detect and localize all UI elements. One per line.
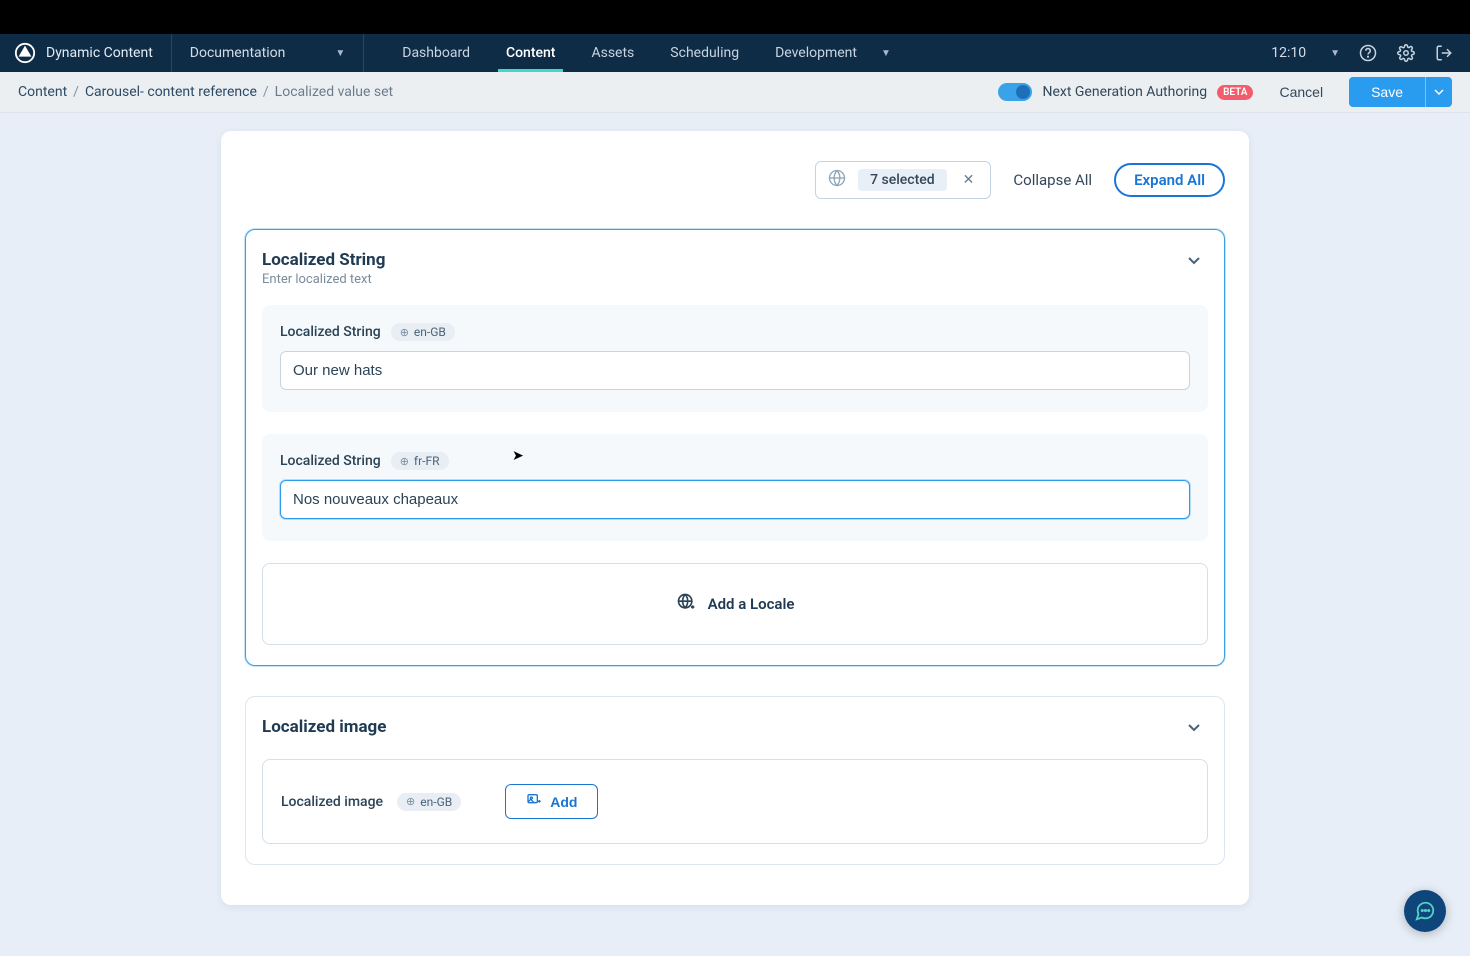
add-locale-button[interactable]: Add a Locale xyxy=(262,563,1208,645)
breadcrumb-current: Localized value set xyxy=(275,84,393,100)
globe-small-icon: ⊕ xyxy=(400,455,409,468)
gear-icon[interactable] xyxy=(1396,43,1416,63)
localized-string-en-input[interactable] xyxy=(280,351,1190,390)
tab-dashboard[interactable]: Dashboard xyxy=(384,34,488,72)
logout-icon[interactable] xyxy=(1434,43,1454,63)
section-title: Localized String xyxy=(262,250,385,270)
expand-all-button[interactable]: Expand All xyxy=(1114,163,1225,197)
nga-toggle[interactable] xyxy=(998,83,1032,101)
tab-scheduling[interactable]: Scheduling xyxy=(652,34,757,72)
image-add-icon xyxy=(526,792,542,811)
add-locale-label: Add a Locale xyxy=(708,595,795,613)
add-image-button[interactable]: Add xyxy=(505,784,598,819)
chevron-down-icon: ▼ xyxy=(335,48,345,59)
editor-card: 7 selected ✕ Collapse All Expand All Loc… xyxy=(221,131,1249,905)
main-navbar: Dynamic Content Documentation ▼ Dashboar… xyxy=(0,34,1470,72)
save-dropdown[interactable] xyxy=(1425,77,1452,107)
field-fr-fr: Localized String ⊕ fr-FR xyxy=(262,434,1208,541)
hub-label: Documentation xyxy=(190,45,286,61)
chat-help-bubble[interactable] xyxy=(1404,890,1446,932)
breadcrumb-mid[interactable]: Carousel- content reference xyxy=(85,84,257,100)
locale-count: 7 selected xyxy=(858,169,947,191)
workspace: 7 selected ✕ Collapse All Expand All Loc… xyxy=(0,113,1470,956)
brand-label: Dynamic Content xyxy=(46,45,153,61)
tab-assets[interactable]: Assets xyxy=(573,34,652,72)
breadcrumb: Content / Carousel- content reference / … xyxy=(18,84,393,100)
breadcrumb-sep: / xyxy=(263,84,269,100)
cancel-button[interactable]: Cancel xyxy=(1269,78,1333,106)
sub-toolbar: Content / Carousel- content reference / … xyxy=(0,72,1470,113)
localized-string-fr-input[interactable] xyxy=(280,480,1190,519)
field-image-en: Localized image ⊕ en-GB Add xyxy=(262,759,1208,844)
field-label: Localized image xyxy=(281,794,383,810)
section-localized-image: Localized image Localized image ⊕ en-GB … xyxy=(245,696,1225,865)
breadcrumb-sep: / xyxy=(73,84,79,100)
globe-add-icon xyxy=(676,592,696,616)
logo-icon xyxy=(14,42,36,64)
section-collapse-icon[interactable] xyxy=(1180,717,1208,741)
chevron-down-icon: ▼ xyxy=(881,48,891,59)
time-label: 12:10 xyxy=(1271,45,1306,61)
section-collapse-icon[interactable] xyxy=(1180,250,1208,274)
locale-chip-en: ⊕ en-GB xyxy=(397,793,461,811)
save-button[interactable]: Save xyxy=(1349,77,1425,107)
chevron-down-icon: ▼ xyxy=(1330,48,1340,59)
locale-chip-fr: ⊕ fr-FR xyxy=(391,452,449,470)
section-subtitle: Enter localized text xyxy=(262,272,385,287)
globe-small-icon: ⊕ xyxy=(406,795,415,808)
time-selector[interactable]: 12:10 ▼ xyxy=(1271,45,1340,61)
field-label: Localized String xyxy=(280,453,381,469)
field-label: Localized String xyxy=(280,324,381,340)
browser-chrome-black xyxy=(0,0,1470,34)
locale-chip-en: ⊕ en-GB xyxy=(391,323,455,341)
globe-icon xyxy=(828,169,846,191)
brand-area[interactable]: Dynamic Content xyxy=(0,34,172,72)
beta-badge: BETA xyxy=(1217,85,1253,100)
clear-locale-icon[interactable]: ✕ xyxy=(959,172,979,188)
globe-small-icon: ⊕ xyxy=(400,326,409,339)
tab-content[interactable]: Content xyxy=(488,34,574,72)
breadcrumb-root[interactable]: Content xyxy=(18,84,67,100)
help-icon[interactable] xyxy=(1358,43,1378,63)
field-en-gb: Localized String ⊕ en-GB xyxy=(262,305,1208,412)
section-localized-string: Localized String Enter localized text Lo… xyxy=(245,229,1225,666)
hub-selector[interactable]: Documentation ▼ xyxy=(172,34,364,72)
section-title: Localized image xyxy=(262,717,386,737)
collapse-all-button[interactable]: Collapse All xyxy=(1009,165,1096,195)
tab-development[interactable]: Development ▼ xyxy=(757,34,909,72)
locale-filter-chip[interactable]: 7 selected ✕ xyxy=(815,161,991,199)
nga-label: Next Generation Authoring xyxy=(1042,84,1207,100)
